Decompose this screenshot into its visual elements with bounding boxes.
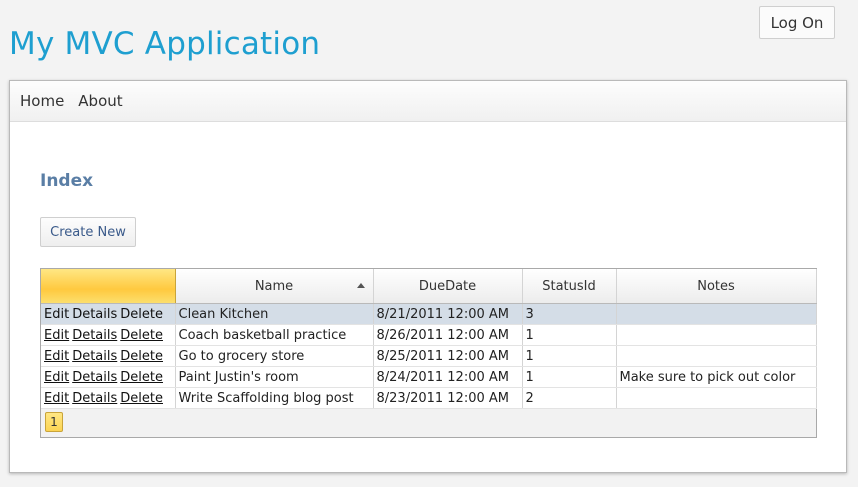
column-header-duedate[interactable]: DueDate <box>373 269 523 304</box>
details-link[interactable]: Details <box>72 349 117 364</box>
column-header-name[interactable]: Name <box>175 269 374 304</box>
delete-link[interactable]: Delete <box>120 370 163 385</box>
grid-table: Name DueDate StatusId Notes Edit Details D… <box>41 269 817 409</box>
main-frame: Home About Index Create New Name DueDate… <box>9 80 847 473</box>
column-header-notes[interactable]: Notes <box>616 269 817 304</box>
edit-link[interactable]: Edit <box>44 307 69 322</box>
menu-bar: Home About <box>10 81 846 122</box>
cell-notes <box>616 345 817 367</box>
cell-notes <box>616 303 817 325</box>
column-header-actions <box>41 269 176 304</box>
menu-item-home[interactable]: Home <box>20 92 64 110</box>
log-on-button[interactable]: Log On <box>759 6 835 39</box>
cell-notes <box>616 324 817 346</box>
row-actions: Edit Details Delete <box>41 324 176 346</box>
row-actions: Edit Details Delete <box>41 345 176 367</box>
cell-duedate: 8/25/2011 12:00 AM <box>373 345 523 367</box>
details-link[interactable]: Details <box>72 370 117 385</box>
delete-link[interactable]: Delete <box>120 391 163 406</box>
cell-name: Go to grocery store <box>175 345 374 367</box>
column-header-name-label: Name <box>254 278 294 294</box>
table-row[interactable]: Edit Details Delete Go to grocery store 8/… <box>41 345 817 367</box>
cell-name: Write Scaffolding blog post <box>175 387 374 409</box>
menu-item-about[interactable]: About <box>78 92 122 110</box>
data-grid: Name DueDate StatusId Notes Edit Details D… <box>40 268 817 438</box>
cell-duedate: 8/23/2011 12:00 AM <box>373 387 523 409</box>
cell-duedate: 8/21/2011 12:00 AM <box>373 303 523 325</box>
edit-link[interactable]: Edit <box>44 370 69 385</box>
cell-duedate: 8/26/2011 12:00 AM <box>373 324 523 346</box>
delete-link[interactable]: Delete <box>120 307 163 322</box>
cell-duedate: 8/24/2011 12:00 AM <box>373 366 523 388</box>
table-row[interactable]: Edit Details Delete Coach basketball pract… <box>41 324 817 346</box>
cell-name: Clean Kitchen <box>175 303 374 325</box>
edit-link[interactable]: Edit <box>44 328 69 343</box>
create-new-button[interactable]: Create New <box>40 217 136 247</box>
grid-header-row: Name DueDate StatusId Notes <box>41 269 817 304</box>
row-actions: Edit Details Delete <box>41 387 176 409</box>
cell-name: Paint Justin's room <box>175 366 374 388</box>
app-title: My MVC Application <box>9 26 321 62</box>
table-row[interactable]: Edit Details Delete Clean Kitchen 8/21/201… <box>41 303 817 325</box>
column-header-statusid[interactable]: StatusId <box>522 269 617 304</box>
cell-statusid: 2 <box>522 387 617 409</box>
edit-link[interactable]: Edit <box>44 391 69 406</box>
cell-notes: Make sure to pick out color <box>616 366 817 388</box>
details-link[interactable]: Details <box>72 307 117 322</box>
delete-link[interactable]: Delete <box>120 328 163 343</box>
table-row[interactable]: Edit Details Delete Paint Justin's room 8/… <box>41 366 817 388</box>
pager-page-1[interactable]: 1 <box>45 412 63 432</box>
cell-statusid: 1 <box>522 324 617 346</box>
delete-link[interactable]: Delete <box>120 349 163 364</box>
cell-statusid: 1 <box>522 366 617 388</box>
cell-statusid: 3 <box>522 303 617 325</box>
cell-statusid: 1 <box>522 345 617 367</box>
row-actions: Edit Details Delete <box>41 366 176 388</box>
details-link[interactable]: Details <box>72 391 117 406</box>
details-link[interactable]: Details <box>72 328 117 343</box>
row-actions: Edit Details Delete <box>41 303 176 325</box>
sort-ascending-icon <box>356 283 365 288</box>
table-row[interactable]: Edit Details Delete Write Scaffolding blog… <box>41 387 817 409</box>
page-title: Index <box>40 171 94 191</box>
edit-link[interactable]: Edit <box>44 349 69 364</box>
cell-name: Coach basketball practice <box>175 324 374 346</box>
cell-notes <box>616 387 817 409</box>
